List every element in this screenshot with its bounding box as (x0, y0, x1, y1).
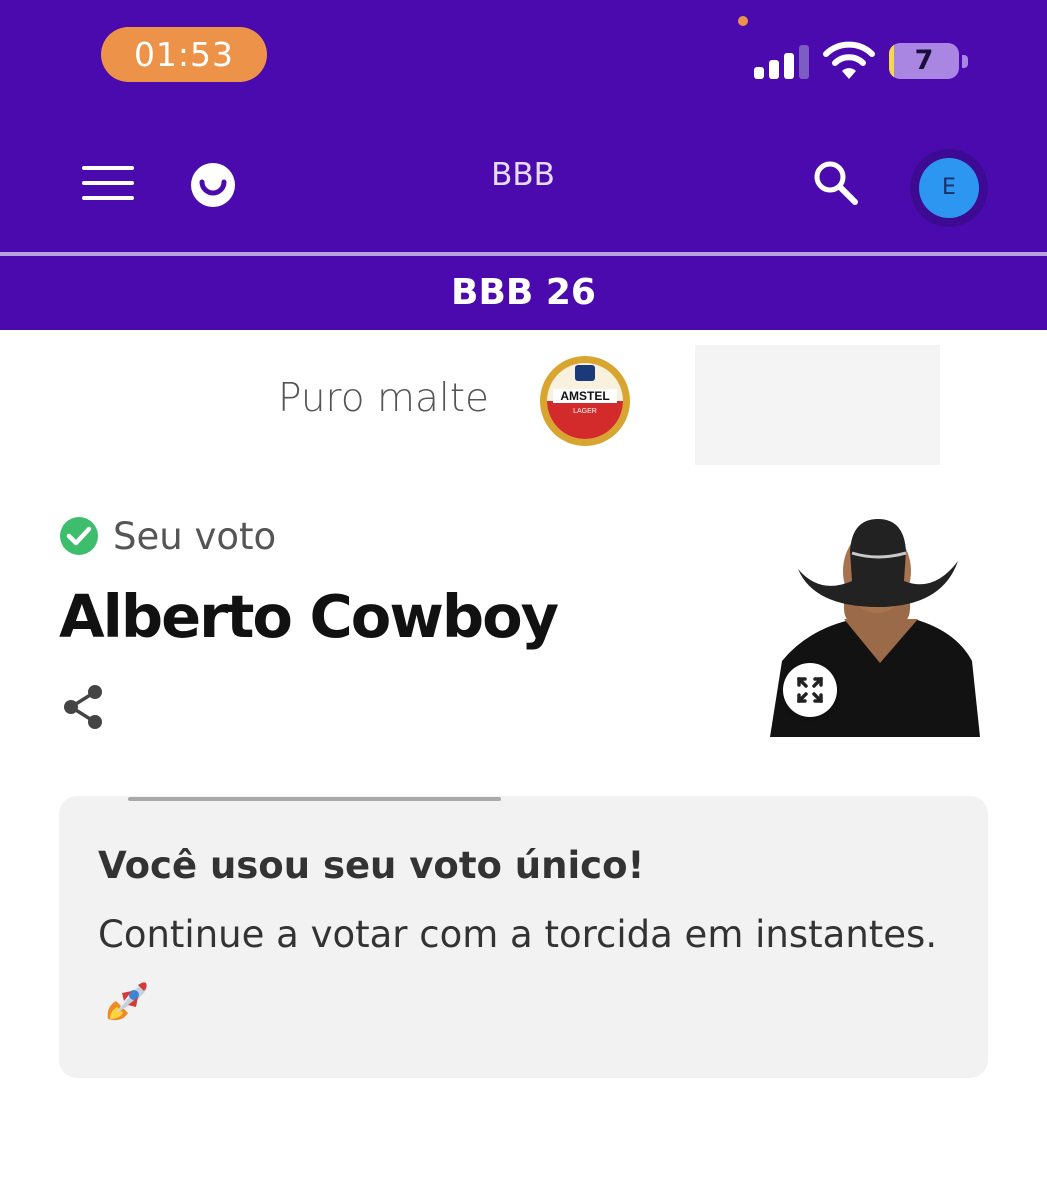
avatar: E (919, 158, 979, 218)
amstel-logo-text: AMSTEL (560, 389, 609, 403)
amstel-logo-subtext: LAGER (573, 408, 597, 415)
battery-indicator: 7 (889, 43, 969, 81)
hamburger-menu-icon[interactable] (82, 163, 134, 203)
sponsor-text: Puro malte (278, 376, 489, 421)
header-title: BBB (491, 157, 555, 193)
watermark-pattern (695, 345, 940, 465)
vote-status: Seu voto (59, 513, 276, 559)
camera-indicator-dot (738, 16, 748, 26)
rocket-icon (107, 982, 147, 1021)
vote-notice-card: Você usou seu voto único! Continue a vot… (59, 796, 988, 1078)
section-title: BBB 26 (451, 272, 596, 313)
cellular-signal-icon (754, 45, 809, 79)
notice-message: Continue a votar com a torcida em instan… (98, 913, 938, 956)
search-icon[interactable] (811, 159, 863, 207)
check-circle-icon (60, 517, 98, 555)
notice-title: Você usou seu voto único! (98, 844, 645, 887)
amstel-logo[interactable]: AMSTEL LAGER (539, 355, 631, 447)
status-time: 01:53 (101, 27, 267, 82)
wifi-icon (823, 41, 875, 79)
vote-label: Seu voto (113, 514, 277, 558)
user-avatar-button[interactable]: E (910, 149, 988, 227)
smile-logo-icon[interactable] (189, 161, 237, 209)
app-header: 01:53 7 BBB E (0, 0, 1047, 252)
card-progress-line (128, 797, 501, 801)
battery-level: 7 (914, 45, 934, 76)
candidate-name: Alberto Cowboy (59, 582, 559, 651)
share-icon[interactable] (62, 684, 106, 730)
expand-icon[interactable] (783, 663, 837, 717)
section-bar: BBB 26 (0, 256, 1047, 330)
